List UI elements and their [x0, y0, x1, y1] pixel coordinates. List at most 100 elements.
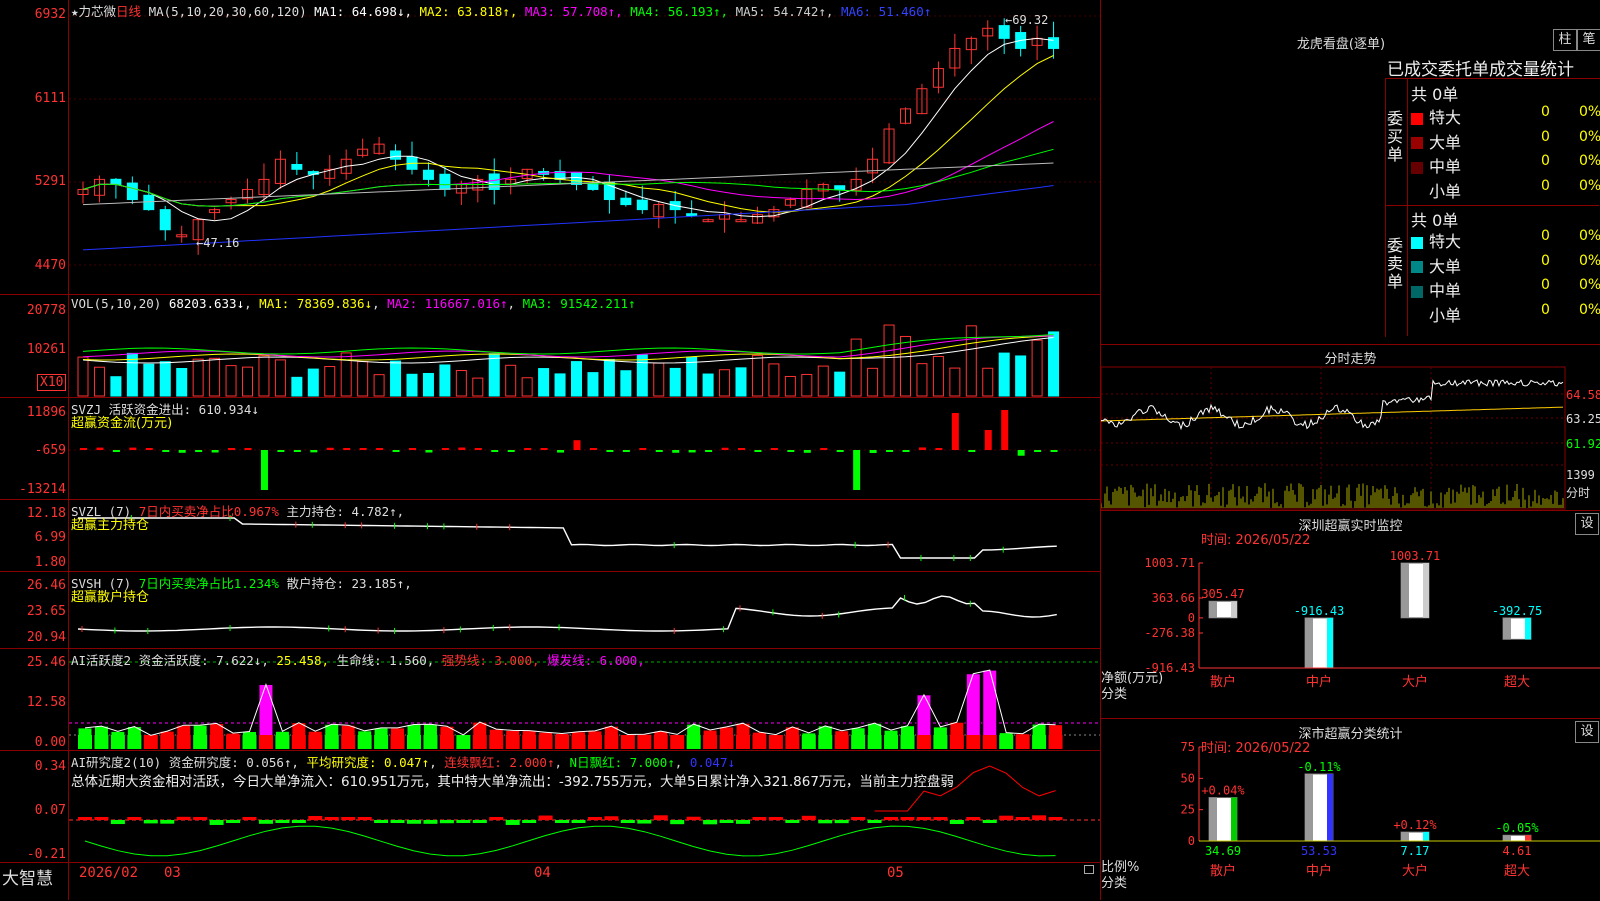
research-bar — [423, 820, 438, 824]
fund-flow-bar — [655, 450, 663, 452]
bar-chart-ytick: 25 — [1181, 803, 1195, 817]
volume-bar — [110, 376, 122, 397]
research-bar — [226, 820, 241, 823]
fund-flow-bar — [260, 450, 268, 490]
fund-flow-bar — [359, 448, 367, 450]
legend-swatch — [1411, 236, 1423, 249]
intraday-ytick: 64.58 — [1566, 388, 1600, 402]
research-bar — [604, 816, 619, 820]
ma-label: MA5: 54.742↑, — [735, 4, 841, 19]
ai-active-ytick: 25.46 — [26, 655, 66, 670]
svzl-ytick: 12.18 — [26, 506, 66, 521]
legend-swatch — [1411, 261, 1423, 273]
candle — [110, 178, 122, 185]
activity-base — [555, 735, 570, 749]
volume-bar — [982, 367, 994, 397]
ai-active-panel[interactable]: AI活跃度2 资金活跃度: 7.622↓, 25.458, 生命线: 1.560… — [0, 649, 1100, 751]
activity-base — [604, 735, 619, 749]
fund-flow-bar — [787, 450, 795, 452]
ma-line — [82, 121, 1054, 207]
tick-mode-button[interactable]: 笔 — [1577, 29, 1600, 51]
activity-base — [390, 735, 405, 749]
lock-icon[interactable] — [1084, 865, 1094, 874]
research-bar — [357, 817, 372, 820]
ai-active-header: AI活跃度2 资金活跃度: 7.622↓, 25.458, 生命线: 1.560… — [71, 653, 645, 668]
vol-ma3: MA3: 91542.211↑ — [522, 296, 636, 311]
ai-active-ytick: 0.00 — [34, 735, 66, 750]
volume-bar — [603, 358, 615, 397]
activity-base — [143, 735, 158, 749]
kline-ytick: 6111 — [34, 91, 66, 106]
bar-mode-button[interactable]: 柱 — [1553, 29, 1577, 51]
research-bar — [291, 820, 306, 823]
activity-base — [620, 735, 635, 749]
fund-flow-bar — [853, 450, 861, 490]
brand-logo: 大智慧 — [2, 869, 53, 889]
activity-base — [916, 735, 931, 749]
volume-bar — [653, 362, 665, 397]
activity-base — [489, 735, 504, 749]
volume-bar — [768, 363, 780, 397]
volume-bar — [422, 372, 434, 397]
sz-class-chart[interactable]: 75 50 25 0 +0.04% 散户 34.69 -0.11% 中户 53.53 +0.12% 大… — [1101, 719, 1600, 901]
svzj-panel[interactable]: SVZJ 活跃资金进出: 610.934↓ 超赢资金流(万元) 11896 -6… — [0, 398, 1100, 500]
bar-accent — [1525, 835, 1531, 841]
activity-base — [226, 735, 241, 749]
svzl-panel[interactable]: SVZL (7) 7日内买卖净占比0.967% 主力持仓: 4.782↑, 超赢… — [0, 500, 1100, 572]
svsh-subtitle: 超赢散户持仓 — [71, 590, 150, 605]
left-axis-divider — [68, 0, 69, 900]
activity-base — [686, 735, 701, 749]
activity-base — [719, 735, 734, 749]
min-price-label: ←47.16 — [196, 236, 240, 250]
activity-base — [258, 735, 273, 749]
activity-base — [341, 735, 356, 749]
kline-panel[interactable]: ★力芯微日线 MA(5,10,20,30,60,120) MA1: 64.698… — [0, 0, 1100, 295]
svzl-ytick: 1.80 — [34, 555, 66, 570]
fund-flow-bar — [902, 450, 910, 452]
research-bar — [209, 820, 224, 825]
activity-base — [1048, 735, 1063, 749]
sz-monitor-chart[interactable]: 1003.71363.660-276.38-916.43305.47散户-916… — [1101, 511, 1600, 718]
intraday-chart[interactable] — [1101, 345, 1600, 510]
sz-class-panel[interactable]: 深市超赢分类统计 设 时间: 2026/05/22 75 50 25 0 +0.04% 散… — [1101, 718, 1600, 901]
ai-research-summary: 总体近期大资金相对活跃，今日大单净流入：610.951万元，其中特大单净流出：-… — [71, 774, 954, 790]
order-percent: 0% — [1579, 104, 1600, 120]
candle — [686, 213, 698, 217]
activity-base — [949, 735, 964, 749]
research-bar — [982, 820, 997, 823]
sz-monitor-panel[interactable]: 深圳超赢实时监控 设 时间: 2026/05/22 1003.71 363.66 0… — [1101, 510, 1600, 718]
candle — [439, 173, 451, 190]
fund-flow-bar — [984, 430, 992, 450]
svzj-ytick: -659 — [34, 443, 66, 458]
volume-bar — [636, 354, 648, 397]
date-label: 05 — [887, 865, 904, 881]
dragon-tiger-panel[interactable]: 龙虎看盘(逐单) 柱 笔 已成交委托单成交量统计 委买单 委卖单 共 0单 共 … — [1101, 0, 1600, 343]
fund-flow-bar — [622, 450, 630, 452]
vol-header: VOL(5,10,20) 68203.633↓, MA1: 78369.836↓… — [71, 296, 636, 311]
fund-flow-bar — [869, 450, 877, 453]
fund-flow-bar — [195, 450, 203, 453]
research-bar — [637, 820, 652, 824]
vol-unit-badge[interactable]: X10 — [37, 374, 67, 391]
volume-panel[interactable]: VOL(5,10,20) 68203.633↓, MA1: 78369.836↓… — [0, 295, 1100, 398]
volume-bar — [965, 325, 977, 397]
svsh-panel[interactable]: SVSH (7) 7日内买卖净占比1.234% 散户持仓: 23.185↑, 超… — [0, 572, 1100, 649]
order-stat-row: 中单 0 0% — [1411, 153, 1600, 177]
volume-bar — [735, 367, 747, 397]
activity-base — [110, 735, 125, 749]
fund-flow-bar — [524, 448, 532, 450]
candlestick-chart[interactable] — [0, 0, 1100, 294]
ma-label: MA2: 63.818↑, — [419, 4, 525, 19]
period-label[interactable]: 日线 — [116, 4, 141, 19]
main-holding-line — [78, 517, 1057, 559]
stock-name[interactable]: ★力芯微 — [71, 4, 116, 19]
activity-base — [357, 735, 372, 749]
fund-flow-bar — [557, 450, 565, 453]
activity-base — [291, 735, 306, 749]
intraday-panel[interactable]: 分时走势 64.58 63.25 61.92 1399 分时 — [1101, 344, 1600, 510]
activity-base — [670, 735, 685, 749]
ai-research-panel[interactable]: AI研究度2(10) 资金研究度: 0.056↑, 平均研究度: 0.047↑,… — [0, 751, 1100, 863]
activity-base — [374, 735, 389, 749]
candle — [998, 25, 1010, 39]
order-stat-row: 大单 0 0% — [1411, 129, 1600, 153]
